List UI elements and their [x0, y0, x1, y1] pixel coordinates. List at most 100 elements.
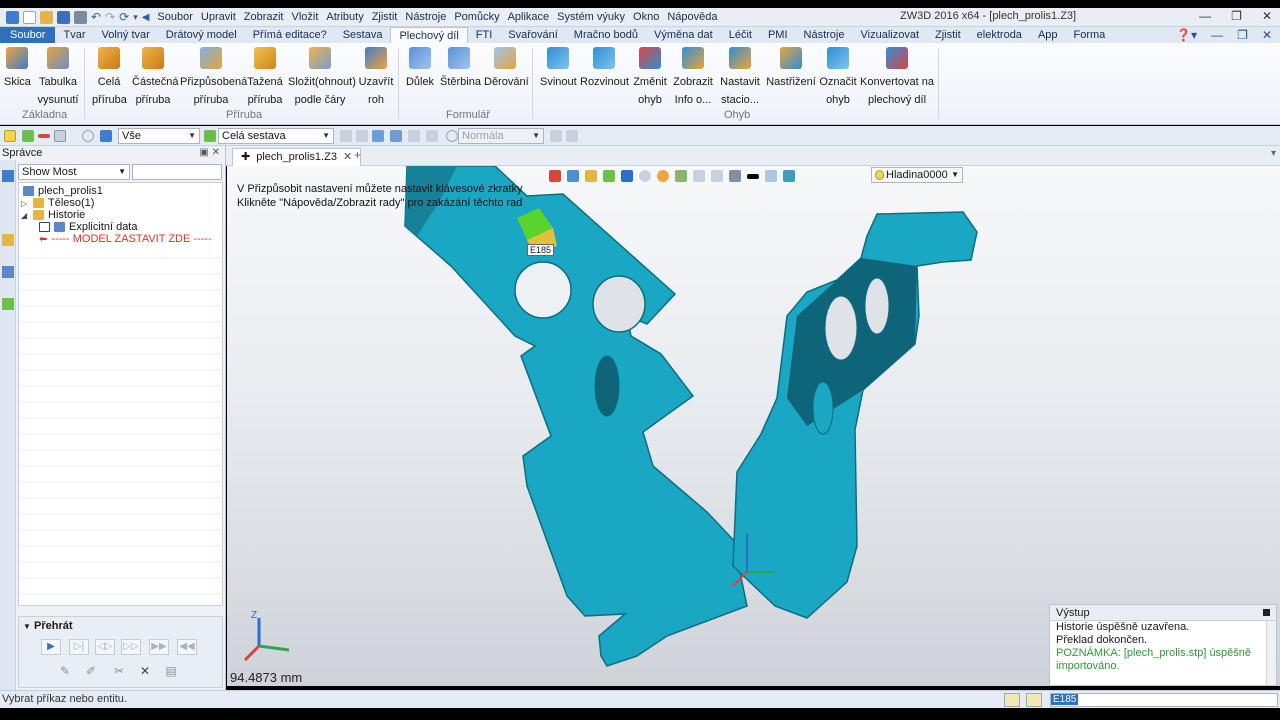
punch-button[interactable]: Děrování — [484, 47, 529, 91]
tab-sestava[interactable]: Sestava — [335, 27, 391, 43]
menu-pomucky[interactable]: Pomůcky — [454, 11, 499, 23]
tab-volny-tvar[interactable]: Volný tvar — [93, 27, 157, 43]
new-tab-button[interactable]: + — [354, 148, 361, 162]
panel-pin-close-icon[interactable]: ▣ ✕ — [199, 147, 220, 158]
sketch-button[interactable]: Skica — [4, 47, 31, 91]
delete-icon[interactable]: ✕ — [135, 663, 155, 679]
ribbon-close-icon[interactable]: ✕ — [1262, 28, 1272, 42]
tree-explicit-data[interactable]: Explicitní data — [39, 221, 137, 233]
drawn-flange-button[interactable]: Tažená příruba — [246, 47, 284, 109]
custom-flange-button[interactable]: Přizpůsobená příruba — [180, 47, 247, 109]
checkbox-icon[interactable] — [39, 222, 50, 232]
select-mode-icon[interactable] — [100, 130, 112, 142]
list-2-icon[interactable] — [390, 130, 402, 142]
edit-icon[interactable]: ✎ — [55, 663, 75, 679]
tree-history[interactable]: ◢ Historie — [21, 209, 85, 221]
qat-arrow-icon[interactable]: ◀ — [142, 12, 150, 23]
list-icon[interactable] — [372, 130, 384, 142]
output-scrollbar[interactable] — [1266, 621, 1276, 685]
layer-manager-icon[interactable] — [2, 298, 14, 310]
layer-combo[interactable]: Hladina0000 ▼ — [871, 167, 963, 183]
status-toggle-icon[interactable] — [1004, 693, 1020, 707]
left-bracket-shape[interactable] — [404, 166, 748, 667]
tab-lecit[interactable]: Léčit — [721, 27, 760, 43]
exit-icon[interactable] — [549, 170, 561, 182]
tab-fti[interactable]: FTI — [468, 27, 501, 43]
view-manager-icon[interactable] — [2, 266, 14, 278]
menu-soubor[interactable]: Soubor — [157, 11, 192, 23]
tab-dratovy-model[interactable]: Drátový model — [158, 27, 245, 43]
mark-bend-button[interactable]: Označit ohyb — [818, 47, 858, 109]
full-flange-button[interactable]: Celá příruba — [92, 47, 127, 109]
collapse-icon[interactable]: ◢ — [21, 211, 29, 220]
collapse-icon[interactable]: ▼ — [23, 622, 31, 631]
app-icon[interactable] — [6, 10, 19, 24]
minimize-icon[interactable]: — — [1199, 9, 1211, 23]
save-icon[interactable] — [57, 10, 70, 24]
menu-zobrazit[interactable]: Zobrazit — [244, 11, 284, 23]
normal-mode-combo[interactable]: Normála ▼ — [458, 128, 544, 144]
status-input[interactable]: E185 — [1050, 693, 1278, 707]
rotate-icon[interactable] — [603, 170, 615, 182]
tab-tvar[interactable]: Tvar — [55, 27, 93, 43]
list-view-icon[interactable]: ▤ — [161, 663, 181, 679]
menu-zjistit[interactable]: Zjistit — [372, 11, 398, 23]
link-2-icon[interactable] — [566, 130, 578, 142]
close-icon[interactable]: ✕ — [1262, 9, 1272, 23]
regen-icon[interactable]: ⟳ — [119, 10, 129, 24]
add-filter-icon[interactable] — [22, 130, 34, 142]
scope-combo[interactable]: Celá sestava ▼ — [218, 128, 334, 144]
display-icon[interactable] — [729, 170, 741, 182]
history-manager-icon[interactable] — [2, 170, 14, 182]
partial-flange-button[interactable]: Částečná příruba — [132, 47, 178, 109]
skip-button[interactable]: ▷▷ — [121, 639, 141, 655]
play-button[interactable]: ▶ — [41, 639, 61, 655]
unfold-button[interactable]: Rozvinout — [580, 47, 629, 91]
tab-mracno-bodu[interactable]: Mračno bodů — [566, 27, 646, 43]
step-forward-button[interactable]: ▷| — [69, 639, 89, 655]
menu-atributy[interactable]: Atributy — [326, 11, 363, 23]
align-2-icon[interactable] — [356, 130, 368, 142]
document-tab[interactable]: ✚ plech_prolis1.Z3 ✕ — [232, 148, 362, 166]
pick-circle-icon[interactable] — [82, 130, 94, 142]
pan-icon[interactable] — [585, 170, 597, 182]
manager-search-input[interactable] — [132, 164, 222, 180]
close-tab-icon[interactable]: ✕ — [343, 149, 352, 166]
qat-dropdown-icon[interactable]: ▾ — [133, 12, 138, 23]
fold-along-line-button[interactable]: Složit(ohnout) podle čáry — [288, 47, 356, 109]
dimple-button[interactable]: Důlek — [404, 47, 436, 91]
tool-icon[interactable]: ✂ — [109, 663, 129, 679]
align-icon[interactable] — [340, 130, 352, 142]
render-mode-icon[interactable] — [657, 170, 669, 182]
menu-vlozit[interactable]: Vložit — [292, 11, 319, 23]
tab-soubor[interactable]: Soubor — [0, 27, 56, 43]
ribbon-restore-icon[interactable]: ❐ — [1237, 28, 1248, 42]
tab-forma[interactable]: Forma — [1066, 27, 1114, 43]
convert-sheet-metal-button[interactable]: Konvertovat na plechový díl — [860, 47, 934, 109]
help-icon[interactable]: ❓▾ — [1176, 28, 1197, 42]
tab-nastroje[interactable]: Nástroje — [796, 27, 853, 43]
tab-vymena-dat[interactable]: Výměna dat — [646, 27, 721, 43]
assembly-manager-icon[interactable] — [2, 234, 14, 246]
tab-zjistit[interactable]: Zjistit — [927, 27, 969, 43]
menu-nastroje[interactable]: Nástroje — [405, 11, 446, 23]
tab-menu-icon[interactable]: ▾ — [1271, 148, 1276, 159]
snap-2-icon[interactable] — [426, 130, 438, 142]
relief-button[interactable]: Nastřižení — [766, 47, 816, 91]
menu-aplikace[interactable]: Aplikace — [508, 11, 550, 23]
settings-icon[interactable] — [446, 130, 458, 142]
section-icon[interactable] — [675, 170, 687, 182]
select-pointer-icon[interactable] — [4, 130, 16, 142]
zoom-icon[interactable] — [621, 170, 633, 182]
tree-stop-marker[interactable]: ⬅ ----- MODEL ZASTAVIT ZDE ----- — [39, 233, 212, 245]
tab-elektroda[interactable]: elektroda — [969, 27, 1030, 43]
new-file-icon[interactable] — [23, 10, 36, 24]
menu-upravit[interactable]: Upravit — [201, 11, 236, 23]
orbit-icon[interactable] — [639, 170, 651, 182]
filter-options-icon[interactable] — [54, 130, 66, 142]
rewind-button[interactable]: ◀◀ — [177, 639, 197, 655]
show-filter-select[interactable]: Show Most ▼ — [18, 164, 130, 180]
pen-icon[interactable]: ✐ — [81, 663, 101, 679]
expand-icon[interactable]: ▷ — [21, 199, 29, 208]
step-back-button[interactable]: ◁▷ — [95, 639, 115, 655]
